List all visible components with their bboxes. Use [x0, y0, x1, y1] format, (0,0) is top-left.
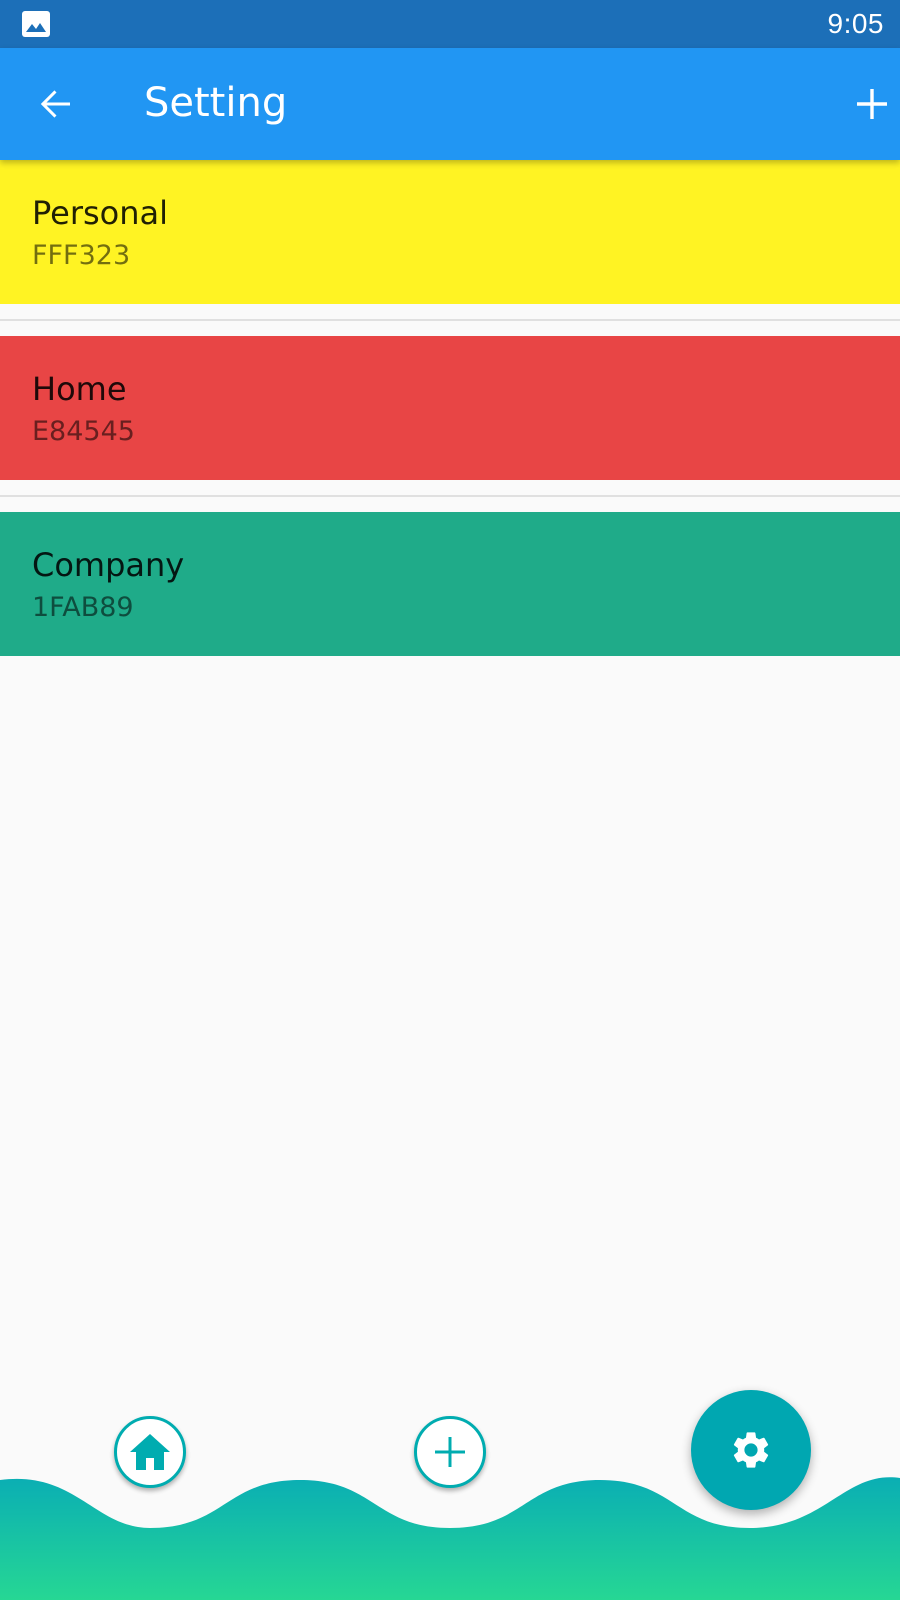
- nav-settings-button[interactable]: [691, 1390, 811, 1510]
- app-bar: Setting: [0, 48, 900, 160]
- category-card-home[interactable]: Home E84545: [0, 336, 900, 480]
- category-color-code: FFF323: [32, 240, 131, 271]
- plus-icon: [435, 1437, 465, 1467]
- divider: [0, 480, 900, 512]
- add-category-button[interactable]: [844, 76, 900, 132]
- category-card-company[interactable]: Company 1FAB89: [0, 512, 900, 656]
- image-icon: [22, 11, 50, 37]
- category-card-personal[interactable]: Personal FFF323: [0, 160, 900, 304]
- category-name: Company: [32, 546, 185, 584]
- nav-home-button[interactable]: [114, 1416, 186, 1488]
- nav-add-button[interactable]: [414, 1416, 486, 1488]
- status-bar: 9:05: [0, 0, 900, 48]
- status-time: 9:05: [827, 8, 884, 39]
- category-name: Home: [32, 370, 127, 408]
- gear-icon: [733, 1432, 769, 1468]
- category-list: Personal FFF323 Home E84545 Company 1FAB…: [0, 160, 900, 656]
- plus-icon: [857, 89, 887, 119]
- category-color-code: E84545: [32, 416, 135, 447]
- divider: [0, 304, 900, 336]
- category-name: Personal: [32, 194, 169, 232]
- category-color-code: 1FAB89: [32, 592, 134, 623]
- page-title: Setting: [144, 80, 288, 126]
- home-icon: [130, 1434, 170, 1470]
- arrow-back-icon: [40, 90, 70, 118]
- back-button[interactable]: [28, 76, 84, 132]
